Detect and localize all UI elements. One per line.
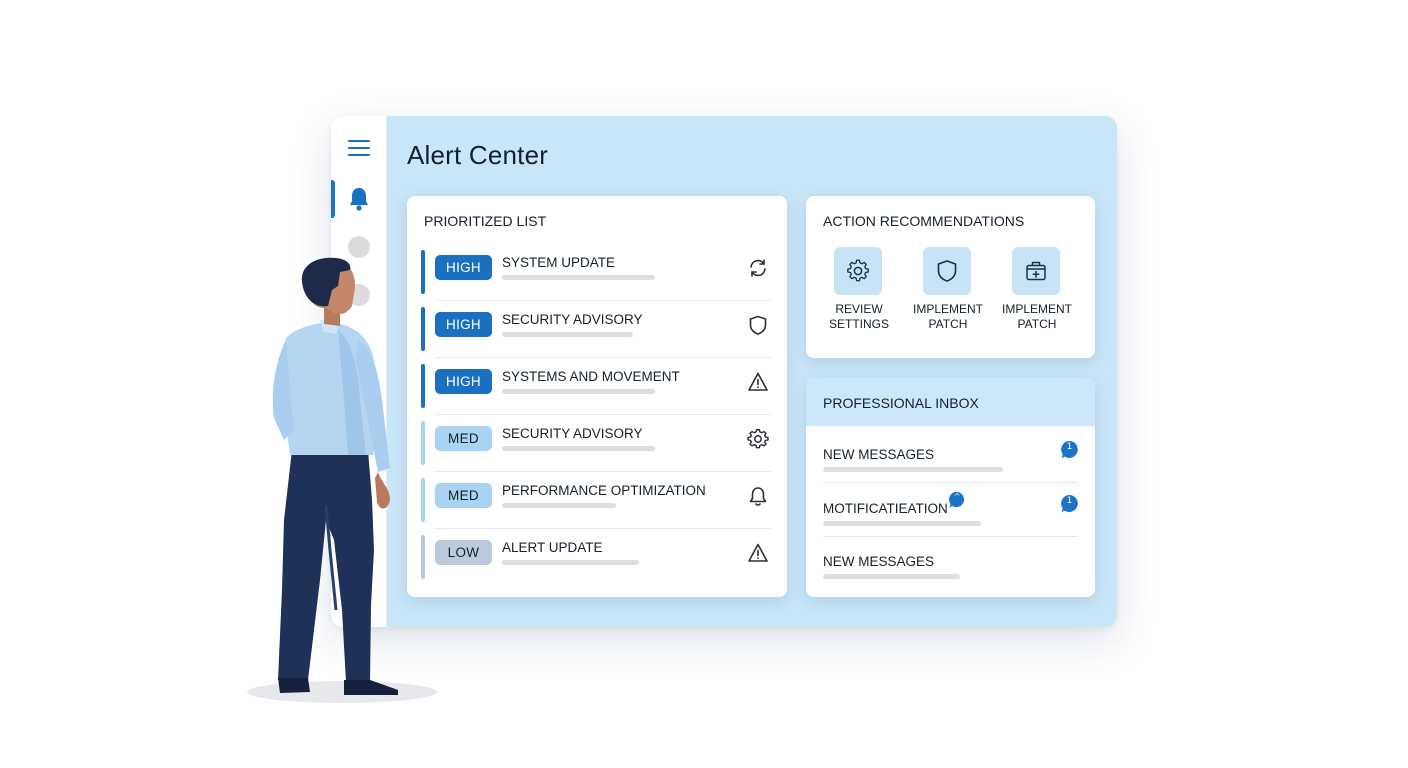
shield-icon <box>923 247 971 295</box>
alert-row[interactable]: MED SECURITY ADVISORY <box>421 415 771 472</box>
recommendation-label: REVIEW SETTINGS <box>828 302 889 331</box>
inbox-item-label: NEW MESSAGES <box>823 554 935 569</box>
professional-inbox-card: PROFESSIONAL INBOX NEW MESSAGES 1 MOTIFI… <box>806 378 1095 597</box>
unread-count: 1 <box>1066 496 1073 506</box>
alert-detail-placeholder <box>502 560 639 565</box>
gear-icon <box>834 247 882 295</box>
shield-icon[interactable] <box>747 314 769 336</box>
page-title: Alert Center <box>407 140 549 170</box>
alert-label: SECURITY ADVISORY <box>502 312 643 327</box>
inbox-item-label: NEW MESSAGES <box>823 447 935 462</box>
recommendation-review-settings[interactable]: REVIEW SETTINGS <box>818 247 900 337</box>
inbox-header: PROFESSIONAL INBOX <box>806 378 1095 426</box>
unread-count-badge: 1 <box>1060 494 1080 514</box>
recommendation-implement-patch[interactable]: IMPLEMENT PATCH <box>907 247 989 337</box>
action-recommendations-card: ACTION RECOMMENDATIONS REVIEW SETTINGS I… <box>806 196 1095 358</box>
alert-row[interactable]: HIGH SYSTEMS AND MOVEMENT <box>421 358 771 415</box>
stage: Alert Center PRIORITIZED LIST HIGH SYSTE… <box>0 0 1408 768</box>
warning-icon[interactable] <box>747 371 769 393</box>
recommendation-implement-patch[interactable]: IMPLEMENT PATCH <box>996 247 1078 337</box>
inbox-item-label: MOTIFICATIEATION <box>823 501 948 516</box>
inbox-item-preview-placeholder <box>823 574 960 579</box>
gear-icon[interactable] <box>747 428 769 450</box>
inbox-item[interactable]: NEW MESSAGES 1 <box>823 429 1078 483</box>
inbox-item-preview-placeholder <box>823 521 981 526</box>
person-illustration <box>247 257 437 703</box>
alert-label: SECURITY ADVISORY <box>502 426 643 441</box>
unread-count: 1 <box>1066 442 1073 452</box>
alert-row[interactable]: MED PERFORMANCE OPTIMIZATION <box>421 472 771 529</box>
medical-case-icon <box>1012 247 1060 295</box>
bell-icon[interactable] <box>747 485 769 507</box>
alert-detail-placeholder <box>502 503 616 508</box>
warning-icon[interactable] <box>747 542 769 564</box>
prioritized-list-card: PRIORITIZED LIST HIGH SYSTEM UPDATE HIGH… <box>407 196 787 597</box>
alert-detail-placeholder <box>502 389 655 394</box>
alert-row[interactable]: HIGH SECURITY ADVISORY <box>421 301 771 358</box>
prioritized-list-heading: PRIORITIZED LIST <box>424 213 547 229</box>
refresh-icon[interactable] <box>747 257 769 279</box>
alert-detail-placeholder <box>502 446 655 451</box>
alert-detail-placeholder <box>502 275 655 280</box>
inbox-item-preview-placeholder <box>823 467 1003 472</box>
inline-badge-text: ^ <box>953 492 961 501</box>
sidebar-active-indicator <box>331 180 335 218</box>
bell-icon[interactable] <box>347 186 371 212</box>
professional-inbox-heading: PROFESSIONAL INBOX <box>823 395 979 411</box>
alert-label: PERFORMANCE OPTIMIZATION <box>502 483 706 498</box>
unread-count-badge: 1 <box>1060 440 1080 460</box>
menu-icon[interactable] <box>348 140 370 158</box>
recommendation-label: IMPLEMENT PATCH <box>912 302 983 331</box>
notification-chat-badge: ^ <box>948 491 966 509</box>
recommendation-label: IMPLEMENT PATCH <box>1001 302 1072 331</box>
alert-label: ALERT UPDATE <box>502 540 603 555</box>
inbox-item[interactable]: NEW MESSAGES <box>823 536 1078 590</box>
alert-row[interactable]: LOW ALERT UPDATE <box>421 529 771 586</box>
alert-detail-placeholder <box>502 332 633 337</box>
alert-label: SYSTEM UPDATE <box>502 255 616 270</box>
alert-label: SYSTEMS AND MOVEMENT <box>502 369 680 384</box>
alert-row[interactable]: HIGH SYSTEM UPDATE <box>421 244 771 301</box>
inbox-item[interactable]: MOTIFICATIEATION ^ 1 <box>823 483 1078 537</box>
action-recommendations-heading: ACTION RECOMMENDATIONS <box>823 213 1025 229</box>
